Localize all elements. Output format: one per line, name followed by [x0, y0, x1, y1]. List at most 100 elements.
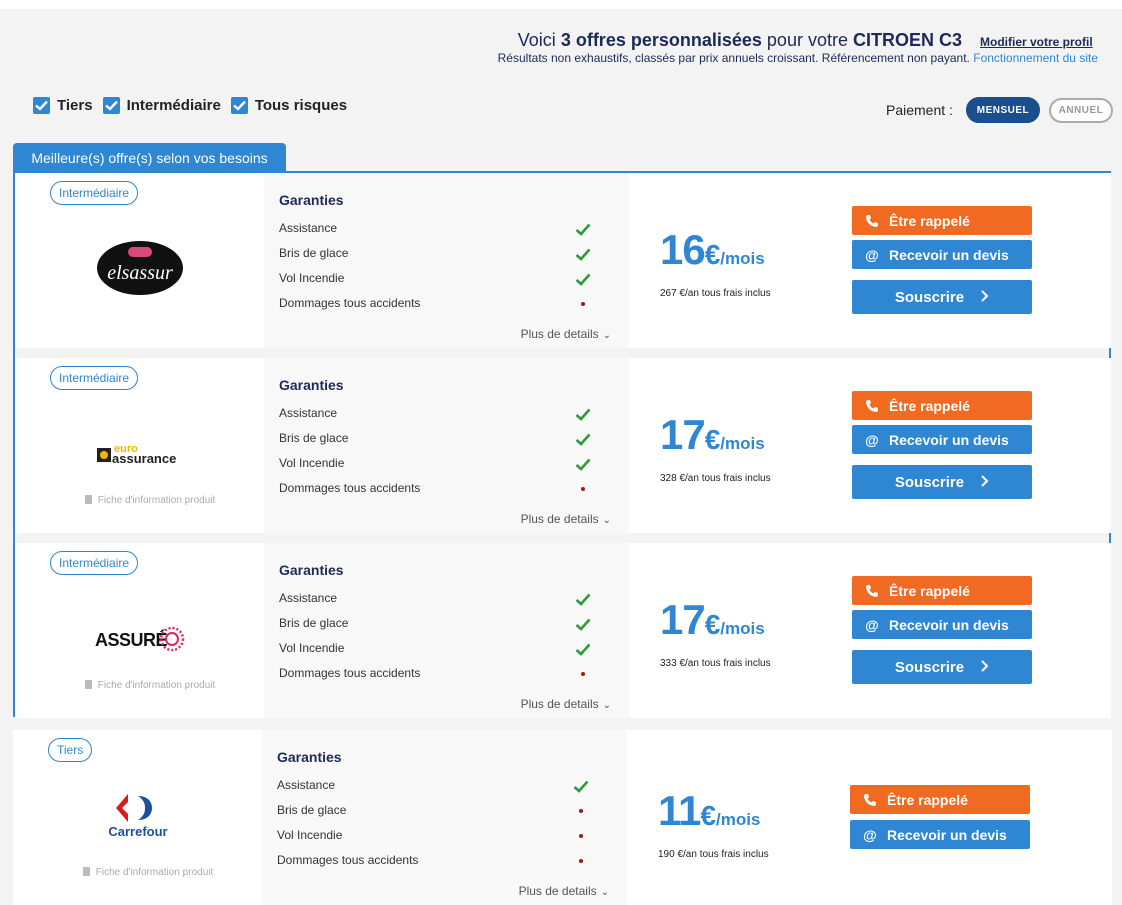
chevron-right-icon [980, 659, 989, 676]
vehicle-name: CITROEN C3 [852, 30, 962, 50]
annual-toggle[interactable]: ANNUEL [1048, 97, 1113, 123]
offer-card: Tiers Carrefour Fiche d'information prod… [13, 730, 1112, 905]
price-column: 17€/mois 328 €/an tous frais inclus [660, 358, 850, 533]
product-info-link[interactable]: Fiche d'information produit [15, 680, 285, 691]
checkbox-tous-risques[interactable] [230, 97, 248, 114]
subscribe-label: Souscrire [894, 473, 965, 491]
check-icon [575, 221, 591, 237]
call-back-label: Être rappelé [889, 212, 970, 229]
monthly-price: 16€/mois [660, 226, 765, 274]
payment-label: Paiement : [886, 102, 953, 118]
guarantee-row: Bris de glace [279, 431, 591, 451]
check-icon [575, 246, 591, 262]
modify-profile-link[interactable]: Modifier votre profil [980, 35, 1093, 49]
guarantees-column: Garanties Assistance Bris de glace Vol I… [264, 173, 629, 348]
monthly-price: 17€/mois [660, 411, 765, 459]
chevron-down-icon: ⌄ [600, 887, 609, 898]
guarantee-name: Bris de glace [279, 246, 349, 260]
guarantee-row: Dommages tous accidents [277, 853, 589, 873]
subscribe-button[interactable]: Souscrire [852, 465, 1032, 499]
price-column: 17€/mois 333 €/an tous frais inclus [660, 543, 850, 718]
receive-quote-button[interactable]: @ Recevoir un devis [852, 610, 1032, 639]
results-subtitle: Résultats non exhaustifs, classés par pr… [498, 51, 1098, 65]
call-back-button[interactable]: Être rappelé [852, 206, 1032, 235]
at-sign-icon: @ [865, 431, 879, 448]
product-info-link[interactable]: Fiche d'information produit [15, 495, 285, 506]
filter-label: Intermédiaire [126, 97, 221, 114]
more-details-link[interactable]: Plus de details ⌄ [521, 697, 611, 711]
subscribe-label: Souscrire [894, 288, 965, 306]
price-amount: 17 [660, 596, 706, 643]
title-intro: Voici [517, 30, 556, 50]
more-details-link[interactable]: Plus de details ⌄ [521, 327, 611, 341]
check-icon [575, 431, 591, 447]
call-back-label: Être rappelé [889, 582, 970, 599]
insurer-logo: ASSURÉ [15, 598, 264, 678]
more-details-link[interactable]: Plus de details ⌄ [519, 884, 609, 898]
chevron-right-icon [980, 289, 989, 306]
insurer-column: Tiers Carrefour Fiche d'information prod… [13, 730, 262, 905]
how-it-works-link[interactable]: Fonctionnement du site [973, 51, 1098, 65]
insurer-column: Intermédiaire elsassur [15, 173, 264, 348]
checkbox-intermediaire[interactable] [102, 97, 120, 114]
monthly-toggle[interactable]: MENSUEL [965, 97, 1040, 123]
guarantees-column: Garanties Assistance Bris de glace Vol I… [262, 730, 627, 905]
filter-intermediaire[interactable]: Intermédiaire [102, 97, 221, 114]
at-sign-icon: @ [865, 616, 879, 633]
offer-card: Intermédiaire euro assurance Fiche d'info… [15, 358, 1111, 533]
title-for: pour votre [766, 30, 848, 50]
subscribe-button[interactable]: Souscrire [852, 650, 1032, 684]
guarantees-title: Garanties [279, 562, 344, 578]
more-details-label: Plus de details [520, 512, 599, 526]
filter-tiers[interactable]: Tiers [33, 97, 93, 114]
call-back-button[interactable]: Être rappelé [852, 391, 1032, 420]
not-included-dot-icon [573, 853, 589, 869]
chevron-down-icon: ⌄ [602, 330, 611, 341]
offer-card: Intermédiaire elsassur Garanties Assista… [15, 173, 1111, 348]
guarantee-row: Assistance [279, 406, 591, 426]
more-details-link[interactable]: Plus de details ⌄ [521, 512, 611, 526]
price-currency: € [704, 239, 721, 270]
guarantee-name: Dommages tous accidents [279, 296, 421, 310]
check-icon [575, 641, 591, 657]
receive-quote-button[interactable]: @ Recevoir un devis [850, 820, 1030, 849]
insurer-column: Intermédiaire euro assurance Fiche d'info… [15, 358, 264, 533]
price-amount: 16 [660, 226, 706, 273]
guarantee-row: Vol Incendie [279, 456, 591, 476]
svg-text:elsassur: elsassur [107, 262, 173, 284]
subtitle-text: Résultats non exhaustifs, classés par pr… [497, 51, 970, 65]
filter-label: Tiers [57, 97, 93, 114]
phone-icon [862, 214, 882, 228]
guarantee-name: Bris de glace [279, 431, 349, 445]
subscribe-button[interactable]: Souscrire [852, 280, 1032, 314]
price-column: 11€/mois 190 €/an tous frais inclus [658, 730, 848, 905]
phone-icon [862, 584, 882, 598]
guarantee-row: Dommages tous accidents [279, 666, 591, 686]
call-back-label: Être rappelé [889, 397, 970, 414]
receive-quote-button[interactable]: @ Recevoir un devis [852, 240, 1032, 269]
coverage-filters: Tiers Intermédiaire Tous risques [33, 97, 347, 114]
filter-tous-risques[interactable]: Tous risques [230, 97, 348, 114]
filter-label: Tous risques [254, 97, 348, 114]
guarantee-row: Bris de glace [279, 246, 591, 266]
price-currency: € [704, 609, 721, 640]
call-back-button[interactable]: Être rappelé [852, 576, 1032, 605]
at-sign-icon: @ [863, 826, 877, 843]
checkbox-tiers[interactable] [33, 97, 50, 114]
guarantee-name: Assistance [279, 591, 338, 605]
product-info-link[interactable]: Fiche d'information produit [13, 867, 283, 878]
guarantee-name: Assistance [279, 221, 338, 235]
document-icon [84, 680, 92, 689]
chevron-right-icon [980, 474, 989, 491]
coverage-badge: Intermédiaire [50, 551, 139, 575]
price-currency: € [704, 424, 721, 455]
guarantee-row: Vol Incendie [279, 271, 591, 291]
not-included-dot-icon [573, 803, 589, 819]
coverage-badge: Intermédiaire [50, 366, 139, 390]
annual-price: 267 €/an tous frais inclus [660, 288, 771, 299]
call-back-button[interactable]: Être rappelé [850, 785, 1030, 814]
payment-selector: Paiement : MENSUEL ANNUEL [886, 97, 1113, 123]
annual-price: 328 €/an tous frais inclus [660, 473, 771, 484]
monthly-price: 11€/mois [658, 787, 760, 835]
receive-quote-button[interactable]: @ Recevoir un devis [852, 425, 1032, 454]
